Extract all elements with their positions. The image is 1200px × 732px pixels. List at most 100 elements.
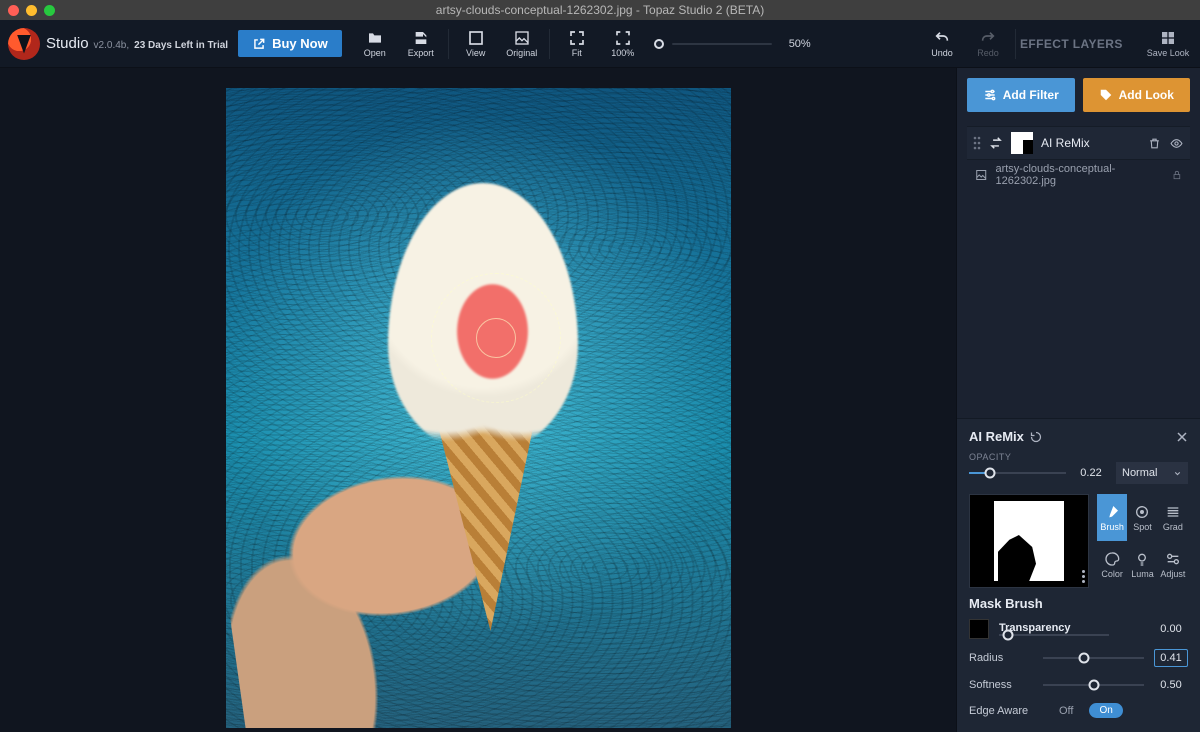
window-zoom-button[interactable] [44,5,55,16]
base-image-layer[interactable]: artsy-clouds-conceptual-1262302.jpg [967,160,1190,190]
softness-thumb[interactable] [1088,680,1099,691]
effect-detail-panel: AI ReMix OPACITY 0.22 Normal [957,418,1200,732]
blend-mode-select[interactable]: Normal [1116,462,1188,484]
original-button[interactable]: Original [499,20,545,67]
add-filter-button[interactable]: Add Filter [967,78,1075,112]
edge-aware-control: Edge Aware Off On [969,703,1188,718]
window-title: artsy-clouds-conceptual-1262302.jpg - To… [0,3,1200,17]
radius-slider[interactable] [1043,657,1144,659]
gradient-icon [1165,504,1181,520]
mask-tool-luma[interactable]: Luma [1127,541,1157,588]
mask-tool-grad[interactable]: Grad [1158,494,1188,541]
export-button[interactable]: Export [398,20,444,67]
app-brand: Studio v2.0.4b, 23 Days Left in Trial [46,35,228,52]
radius-label: Radius [969,652,1033,664]
close-icon[interactable] [1176,431,1188,443]
image-icon [513,30,531,46]
mask-tool-adjust[interactable]: Adjust [1158,541,1188,588]
eye-icon[interactable] [1169,137,1184,150]
export-label: Export [408,48,434,58]
app-name: Studio [46,35,89,52]
radius-thumb[interactable] [1079,653,1090,664]
edge-aware-label: Edge Aware [969,705,1049,717]
save-look-button[interactable]: Save Look [1144,30,1192,58]
frame-icon [467,30,485,46]
canvas-area[interactable] [0,68,956,732]
window-minimize-button[interactable] [26,5,37,16]
photo-icon [975,169,987,181]
transparency-label: Transparency [999,622,1144,634]
buy-now-label: Buy Now [272,36,328,51]
fit-icon [568,30,586,46]
bulb-icon [1134,551,1150,567]
layer-mask-thumb[interactable] [1011,132,1033,154]
mask-menu-icon[interactable] [1082,570,1085,583]
transparency-value[interactable]: 0.00 [1154,621,1188,637]
opacity-thumb[interactable] [985,468,996,479]
opacity-value[interactable]: 0.22 [1074,465,1108,481]
fit-label: Fit [572,48,582,58]
blend-mode-label: Normal [1122,467,1157,479]
export-icon [412,30,430,46]
redo-icon [979,30,997,46]
grid-icon [1159,30,1177,46]
transparency-thumb[interactable] [1002,630,1013,641]
mask-preview[interactable] [969,494,1089,588]
edge-aware-toggle[interactable]: On [1089,703,1122,718]
undo-button[interactable]: Undo [919,20,965,67]
mask-brush-title: Mask Brush [969,596,1188,611]
radius-value[interactable]: 0.41 [1154,649,1188,667]
edge-aware-on-label: On [1089,703,1122,718]
mask-tool-color[interactable]: Color [1097,541,1127,588]
image-canvas[interactable] [226,88,731,728]
softness-label: Softness [969,679,1033,691]
view-button[interactable]: View [453,20,499,67]
sliders-icon [983,88,997,102]
zoom-slider[interactable]: 50% [654,38,820,50]
undo-icon [933,30,951,46]
settings-icon [1165,551,1181,567]
topaz-logo-icon [8,28,40,60]
undo-label: Undo [931,48,953,58]
trash-icon[interactable] [1148,137,1161,150]
color-swatch[interactable] [969,619,989,639]
zoom-value[interactable]: 50% [780,38,820,50]
app-version: v2.0.4b, [94,40,130,51]
swap-icon[interactable] [989,136,1003,150]
corners-icon [614,30,632,46]
open-label: Open [364,48,386,58]
open-button[interactable]: Open [352,20,398,67]
zoom-track[interactable] [672,43,772,45]
base-image-name: artsy-clouds-conceptual-1262302.jpg [995,163,1156,187]
redo-button: Redo [965,20,1011,67]
hundred-percent-button[interactable]: 100% [600,20,646,67]
folder-icon [366,30,384,46]
effect-layer-ai-remix[interactable]: AI ReMix [967,126,1190,160]
window-titlebar: artsy-clouds-conceptual-1262302.jpg - To… [0,0,1200,20]
save-look-label: Save Look [1147,48,1190,58]
zoom-thumb-icon [654,39,664,49]
buy-now-button[interactable]: Buy Now [238,30,342,57]
softness-value[interactable]: 0.50 [1154,677,1188,693]
softness-control: Softness 0.50 [969,677,1188,693]
view-label: View [466,48,485,58]
transparency-control: Transparency 0.00 [969,619,1188,639]
radius-control: Radius 0.41 [969,649,1188,667]
tag-icon [1099,88,1113,102]
mask-tool-brush[interactable]: Brush [1097,494,1127,541]
transparency-slider[interactable] [999,634,1109,636]
opacity-slider[interactable] [969,472,1066,474]
edge-aware-off-label: Off [1059,705,1073,717]
fit-button[interactable]: Fit [554,20,600,67]
mask-tool-spot[interactable]: Spot [1127,494,1157,541]
hundred-label: 100% [611,48,634,58]
reset-icon[interactable] [1030,431,1042,443]
trial-remaining: 23 Days Left in Trial [134,40,228,51]
add-look-label: Add Look [1119,88,1174,102]
layer-name: AI ReMix [1041,136,1140,150]
drag-handle-icon[interactable] [973,136,981,150]
lock-icon [1172,169,1182,181]
add-look-button[interactable]: Add Look [1083,78,1191,112]
window-close-button[interactable] [8,5,19,16]
softness-slider[interactable] [1043,684,1144,686]
